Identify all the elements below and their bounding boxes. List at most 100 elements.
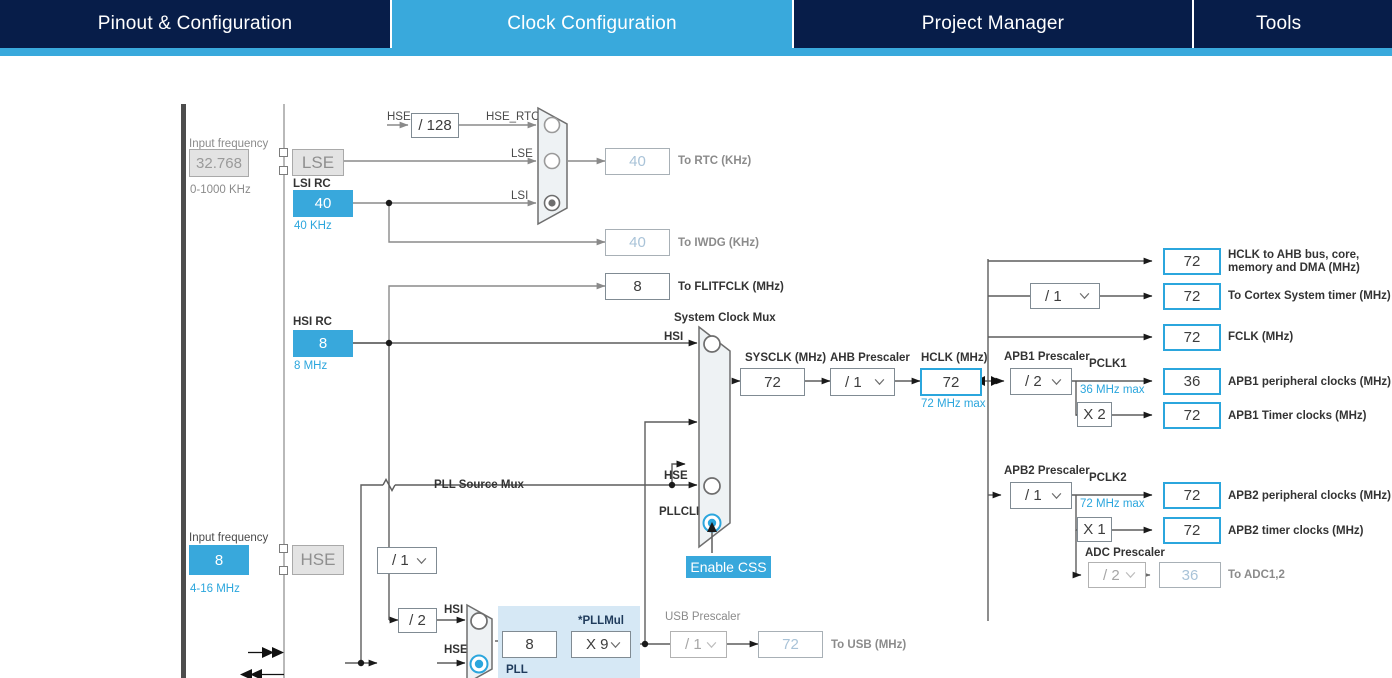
fclk-value-box: 72 (1163, 324, 1221, 351)
hse-divider-value: / 1 (392, 552, 409, 569)
apb1-timer-value: 72 (1183, 407, 1201, 424)
cortex-systimer-value-box: 72 (1163, 283, 1221, 310)
lse-input-frequency-value: 32.768 (196, 154, 242, 172)
sysclk-value: 72 (764, 373, 781, 391)
to-iwdg-value-box: 40 (605, 229, 670, 256)
apb1-peripheral-value: 36 (1183, 373, 1201, 390)
apb2-timer-multiplier: X 1 (1083, 521, 1106, 538)
hse-rtc-input-label: HSE (387, 111, 411, 123)
hclk-ahb-value-box: 72 (1163, 248, 1221, 275)
lse-input-frequency-field[interactable]: 32.768 (189, 149, 249, 177)
usb-prescaler-label: USB Prescaler (665, 611, 741, 623)
apb2-peripheral-value: 72 (1183, 487, 1201, 504)
hse-terminal-bottom (279, 566, 288, 575)
pll-band-label: PLL (506, 664, 528, 676)
pllmul-title: *PLLMul (578, 615, 624, 627)
tab-label: Project Manager (921, 13, 1065, 34)
lsi-value: 40 (314, 195, 332, 212)
hse-input-frequency-label: Input frequency (189, 532, 269, 544)
apb1-prescaler-select[interactable]: / 2 (1010, 368, 1072, 395)
chevron-down-icon (1051, 378, 1062, 385)
lsi-value-field[interactable]: 40 (293, 190, 353, 217)
pll-source-mux[interactable] (465, 603, 499, 678)
tab-project-manager[interactable]: Project Manager (794, 0, 1194, 48)
apb2-timer-multiplier-box: X 1 (1077, 517, 1112, 542)
to-rtc-label: To RTC (KHz) (678, 155, 752, 167)
apb2-prescaler-value: / 1 (1025, 487, 1042, 504)
pll-source-mux-shape (466, 603, 493, 678)
hse-input-frequency-field[interactable]: 8 (189, 545, 249, 575)
pclk2-label: PCLK2 (1089, 472, 1127, 484)
apb2-peripheral-label: APB2 peripheral clocks (MHz) (1228, 490, 1391, 502)
hse-rtc-output-label: HSE_RTC (486, 111, 540, 123)
rtc-divider-box[interactable]: / 128 (411, 113, 459, 138)
hclk-value-box[interactable]: 72 (920, 368, 982, 396)
to-flitfclk-label: To FLITFCLK (MHz) (678, 281, 784, 293)
hse-source-label: HSE (300, 550, 336, 569)
apb1-prescaler-value: / 2 (1025, 373, 1042, 390)
lsi-rc-title: LSI RC (293, 178, 331, 190)
to-usb-value-box: 72 (758, 631, 823, 658)
hclk-value: 72 (942, 373, 960, 391)
sysmux-input-hsi-label: HSI (664, 331, 684, 343)
to-adc-value-box: 36 (1159, 562, 1221, 588)
to-rtc-value: 40 (629, 153, 646, 170)
hsi-unit-label: 8 MHz (294, 360, 328, 372)
hclk-ahb-label: HCLK to AHB bus, core, memory and DMA (M… (1228, 249, 1360, 275)
apb1-timer-multiplier-box: X 2 (1077, 402, 1112, 427)
apb2-timer-label: APB2 timer clocks (MHz) (1228, 525, 1364, 537)
cortex-systimer-value: 72 (1183, 288, 1201, 305)
sysmux-input-hse-label: HSE (664, 470, 688, 482)
apb1-timer-value-box: 72 (1163, 402, 1221, 429)
rtc-divider-label: / 128 (418, 117, 452, 134)
apb2-prescaler-select[interactable]: / 1 (1010, 482, 1072, 509)
canvas-left-rail (181, 104, 186, 678)
adc-prescaler-select[interactable]: / 2 (1088, 562, 1146, 588)
clock-toolbar: Resolve Clock Issues (0, 56, 1392, 150)
pll-source-mux-title: PLL Source Mux (434, 479, 524, 491)
lse-terminal-bottom (279, 166, 288, 175)
hse-divider-select[interactable]: / 1 (377, 547, 437, 574)
fclk-value: 72 (1183, 329, 1201, 346)
pll-hsi-divider-box: / 2 (398, 608, 437, 633)
hclk-ahb-label-line1: HCLK to AHB bus, core, (1228, 249, 1360, 261)
ahb-prescaler-label: AHB Prescaler (830, 352, 910, 364)
tab-clock-configuration[interactable]: Clock Configuration (392, 0, 794, 48)
to-usb-value: 72 (782, 636, 799, 653)
tab-pinout-configuration[interactable]: Pinout & Configuration (0, 0, 392, 48)
ahb-prescaler-select[interactable]: / 1 (830, 368, 895, 396)
tab-tools[interactable]: Tools (1194, 0, 1390, 48)
chevron-down-icon (416, 557, 427, 564)
system-clock-mux-title: System Clock Mux (674, 312, 776, 324)
pll-input-value: 8 (525, 636, 534, 653)
usb-prescaler-value: / 1 (685, 636, 702, 653)
hsi-rc-title: HSI RC (293, 316, 332, 328)
lse-range-label: 0-1000 KHz (190, 184, 251, 196)
to-flitfclk-value-box: 8 (605, 273, 670, 300)
rtc-clock-mux[interactable] (536, 106, 572, 231)
apb1-timer-multiplier: X 2 (1083, 406, 1106, 423)
enable-css-button[interactable]: Enable CSS (686, 556, 771, 578)
adc-prescaler-label: ADC Prescaler (1085, 547, 1165, 559)
cortex-prescaler-select[interactable]: / 1 (1030, 283, 1100, 309)
lse-source-button[interactable]: LSE (292, 149, 344, 176)
chevron-down-icon (706, 641, 717, 648)
lse-terminal-top (279, 148, 288, 157)
to-flitfclk-value: 8 (633, 278, 642, 295)
chevron-down-icon (1079, 292, 1090, 300)
usb-prescaler-select[interactable]: / 1 (670, 631, 727, 658)
lsi-unit-label: 40 KHz (294, 220, 332, 232)
hse-source-button[interactable]: HSE (292, 545, 344, 575)
fclk-label: FCLK (MHz) (1228, 331, 1294, 343)
to-iwdg-label: To IWDG (KHz) (678, 237, 759, 249)
clock-tree-canvas: Input frequency 32.768 0-1000 KHz LSE LS… (0, 104, 1392, 678)
chevron-down-icon (1125, 571, 1136, 579)
adc-prescaler-value: / 2 (1103, 566, 1120, 584)
pllmul-select[interactable]: X 9 (571, 631, 631, 658)
hsi-value-field[interactable]: 8 (293, 330, 353, 357)
rtc-mux-shape (537, 106, 568, 226)
apb2-peripheral-value-box: 72 (1163, 482, 1221, 509)
apb2-prescaler-label: APB2 Prescaler (1004, 465, 1090, 477)
sysclk-value-box: 72 (740, 368, 805, 396)
pllmul-value: X 9 (586, 636, 609, 653)
